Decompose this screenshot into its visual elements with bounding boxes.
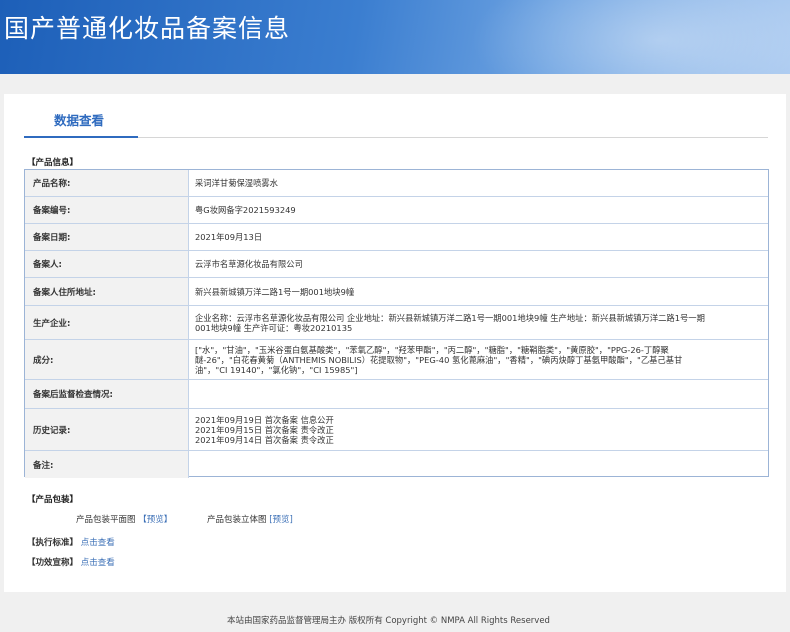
info-row-value-line: 粤G妆网备字2021593249 — [195, 205, 296, 215]
info-row-value: 2021年09月19日 首次备案 信息公开 2021年09月15日 首次备案 责令… — [195, 415, 738, 445]
tab-data-view[interactable]: 数据查看 — [24, 98, 138, 138]
info-row-value: 粤G妆网备字2021593249 — [195, 205, 738, 215]
info-row: 产品名称: 采词洋甘菊保湿喷雾水 — [25, 170, 768, 197]
info-row: 成分: ["水"，"甘油"，"玉米谷蛋白氨基酸类"，"苯氧乙醇"，"羟苯甲酯"，"… — [25, 340, 768, 380]
section-efficacy: 【功效宣称】 — [27, 558, 79, 568]
info-row-value: 采词洋甘菊保湿喷雾水 — [195, 178, 738, 188]
section-product-info: 【产品信息】 — [27, 158, 79, 168]
packaging-solid-item: 产品包装立体图 [预览] — [207, 513, 293, 525]
preview-solid-link[interactable]: [预览] — [269, 515, 293, 525]
packaging-solid-label: 产品包装立体图 — [207, 515, 267, 525]
tab-divider — [138, 137, 768, 138]
info-row-value-line: 企业名称：云浮市名草源化妆品有限公司 企业地址：新兴县新城镇万洋二路1号一期00… — [195, 312, 705, 323]
info-row-value-line: 云浮市名草源化妆品有限公司 — [195, 259, 303, 269]
info-row-label-cell: 成分: — [25, 340, 189, 379]
info-row-value-line: 油"，"CI 19140"，"氯化钠"，"CI 15985"] — [195, 364, 358, 375]
product-info-table: 产品名称: 采词洋甘菊保湿喷雾水备案编号: 粤G妆网备字2021593249 备案日期… — [24, 169, 769, 478]
info-row-value-line: 001地块9幢 生产许可证：粤妆20210135 — [195, 322, 353, 333]
info-row-label-cell: 备案后监督检查情况: — [25, 380, 189, 408]
info-row-value-line: 新兴县新城镇万洋二路1号一期001地块9幢 — [195, 286, 355, 297]
preview-flat-link[interactable]: 【预览】 — [138, 515, 172, 525]
info-row-label: 成分: — [33, 355, 54, 366]
info-row-label-cell: 历史记录: — [25, 409, 189, 450]
info-row-label: 备案日期: — [33, 233, 71, 243]
efficacy-view-link[interactable]: 点击查看 — [81, 558, 115, 568]
header-banner: 国产普通化妆品备案信息 — [0, 0, 790, 74]
info-row-value: ["水"，"甘油"，"玉米谷蛋白氨基酸类"，"苯氧乙醇"，"羟苯甲酯"，"丙二醇… — [195, 345, 738, 375]
info-row-label: 备案编号: — [33, 206, 71, 216]
packaging-flat-label: 产品包装平面图 — [76, 515, 136, 525]
info-row-label: 产品名称: — [33, 179, 71, 189]
info-row-label: 生产企业: — [33, 318, 71, 329]
info-row: 历史记录: 2021年09月19日 首次备案 信息公开 2021年09月15日 首次… — [25, 409, 768, 451]
info-row-label: 历史记录: — [33, 425, 71, 436]
info-row-value: 新兴县新城镇万洋二路1号一期001地块9幢 — [195, 287, 738, 297]
info-row-label: 备案后监督检查情况: — [33, 390, 113, 400]
packaging-flat-item: 产品包装平面图 【预览】 — [76, 513, 172, 525]
info-row-value-line: 采词洋甘菊保湿喷雾水 — [195, 178, 278, 188]
efficacy-line: 【功效宣称】 点击查看 — [27, 556, 115, 568]
footer-text: 本站由国家药品监督管理局主办 版权所有 Copyright © NMPA All… — [227, 616, 550, 626]
info-row-value-line: 2021年09月14日 首次备案 责令改正 — [195, 434, 334, 445]
info-row-value-line: ["水"，"甘油"，"玉米谷蛋白氨基酸类"，"苯氧乙醇"，"羟苯甲酯"，"丙二醇… — [195, 344, 669, 355]
info-row-label: 备案人住所地址: — [33, 287, 96, 298]
info-row-label: 备注: — [33, 460, 54, 471]
info-row: 备案人住所地址: 新兴县新城镇万洋二路1号一期001地块9幢 — [25, 278, 768, 306]
info-row-value: 云浮市名草源化妆品有限公司 — [195, 259, 738, 269]
info-row-value: 2021年09月13日 — [195, 232, 738, 242]
info-row-label-cell: 产品名称: — [25, 170, 189, 196]
info-row: 备注: — [25, 451, 768, 478]
info-row: 备案后监督检查情况: — [25, 380, 768, 409]
standard-line: 【执行标准】 点击查看 — [27, 536, 115, 548]
tab-label: 数据查看 — [54, 113, 105, 128]
info-row-value-line: 2021年09月13日 — [195, 232, 263, 242]
info-row-label-cell: 备注: — [25, 451, 189, 478]
info-row: 备案人: 云浮市名草源化妆品有限公司 — [25, 251, 768, 278]
info-row-label-cell: 备案人住所地址: — [25, 278, 189, 305]
info-row-value-line: 2021年09月15日 首次备案 责令改正 — [195, 424, 334, 435]
info-row-label-cell: 生产企业: — [25, 306, 189, 339]
info-row: 生产企业: 企业名称：云浮市名草源化妆品有限公司 企业地址：新兴县新城镇万洋二路1… — [25, 306, 768, 340]
info-row-label-cell: 备案日期: — [25, 224, 189, 250]
info-row-value: 企业名称：云浮市名草源化妆品有限公司 企业地址：新兴县新城镇万洋二路1号一期00… — [195, 313, 738, 333]
standard-view-link[interactable]: 点击查看 — [81, 538, 115, 548]
section-standard: 【执行标准】 — [27, 538, 79, 548]
footer: 本站由国家药品监督管理局主办 版权所有 Copyright © NMPA All… — [0, 592, 790, 632]
info-row: 备案日期: 2021年09月13日 — [25, 224, 768, 251]
info-row-label: 备案人: — [33, 260, 62, 270]
section-packaging: 【产品包装】 — [27, 495, 79, 505]
info-row: 备案编号: 粤G妆网备字2021593249 — [25, 197, 768, 224]
info-row-value-line: 2021年09月19日 首次备案 信息公开 — [195, 414, 334, 425]
info-row-value-line: 醚-26"，"白花春黄菊（ANTHEMIS NOBILIS）花提取物"，"PEG… — [195, 354, 683, 365]
info-row-label-cell: 备案编号: — [25, 197, 189, 223]
page-title: 国产普通化妆品备案信息 — [4, 14, 291, 43]
info-row-label-cell: 备案人: — [25, 251, 189, 277]
